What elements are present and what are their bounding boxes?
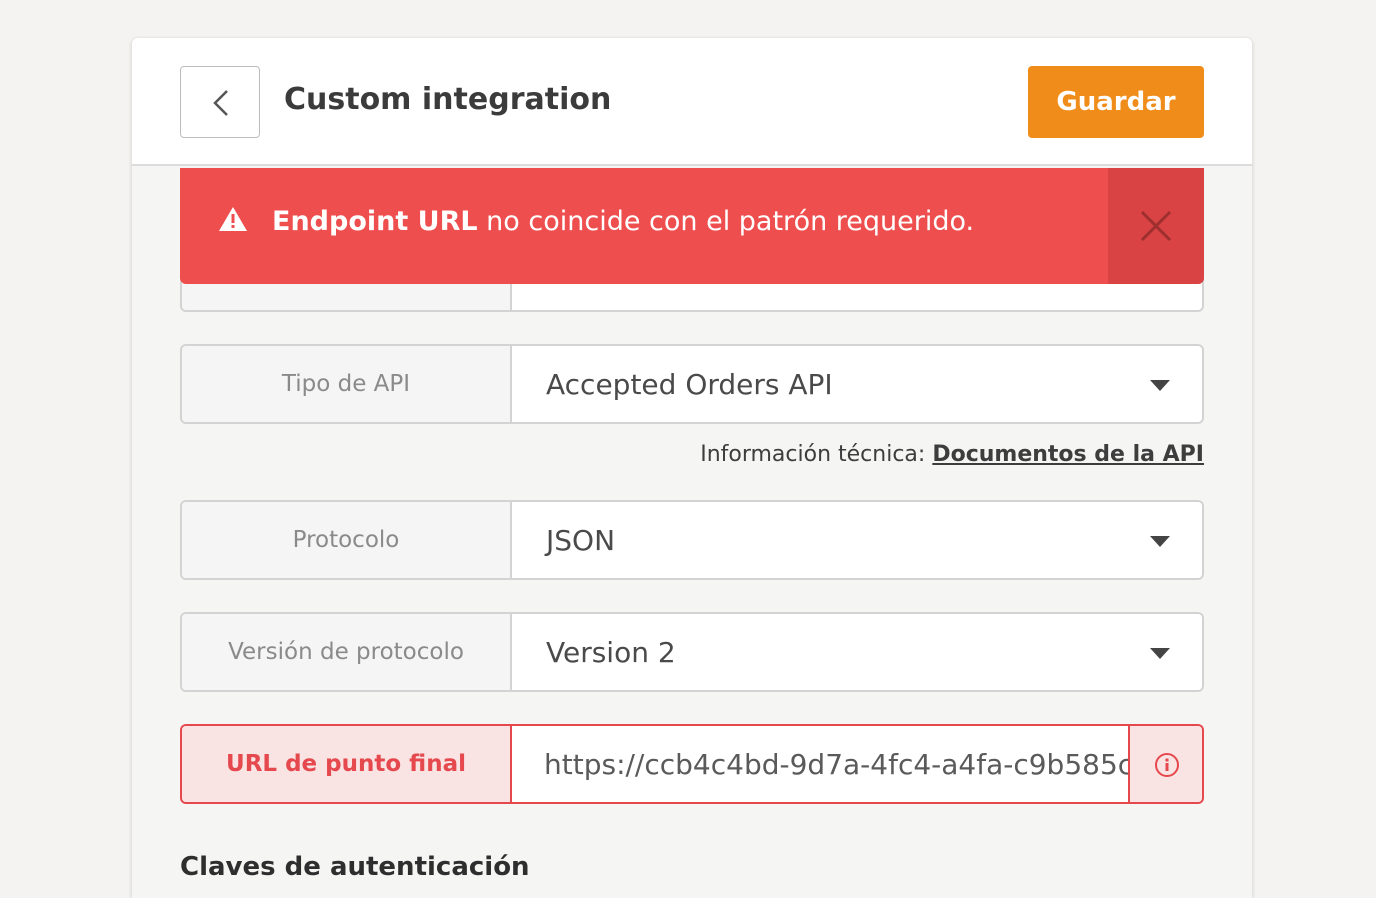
save-button[interactable]: Guardar: [1028, 66, 1204, 138]
alert-message: Endpoint URL no coincide con el patrón r…: [272, 206, 974, 237]
protocol-version-value[interactable]: Version 2: [546, 614, 676, 690]
protocol-select[interactable]: Protocolo JSON: [180, 500, 1204, 580]
endpoint-url-error-indicator[interactable]: [1128, 726, 1202, 802]
auth-keys-heading: Claves de autenticación: [180, 852, 530, 882]
page-title: Custom integration: [284, 82, 612, 117]
alert-message-text: no coincide con el patrón requerido.: [477, 206, 975, 237]
api-type-label: Tipo de API: [182, 346, 512, 422]
panel-header: Custom integration Guardar: [132, 38, 1252, 166]
alert-field-name: Endpoint URL: [272, 206, 478, 237]
chevron-down-icon[interactable]: [1150, 536, 1170, 548]
close-icon: [1140, 210, 1172, 242]
protocol-version-select[interactable]: Versión de protocolo Version 2: [180, 612, 1204, 692]
api-type-select[interactable]: Tipo de API Accepted Orders API: [180, 344, 1204, 424]
warning-icon: [219, 207, 247, 231]
protocol-value[interactable]: JSON: [546, 502, 615, 578]
endpoint-url-field: URL de punto final: [180, 724, 1204, 804]
tech-info: Información técnica: Documentos de la AP…: [700, 442, 1204, 467]
api-docs-link[interactable]: Documentos de la API: [932, 442, 1204, 467]
endpoint-url-label: URL de punto final: [182, 726, 512, 802]
tech-info-label: Información técnica:: [700, 442, 933, 467]
protocol-label: Protocolo: [182, 502, 512, 578]
chevron-down-icon[interactable]: [1150, 648, 1170, 660]
chevron-down-icon[interactable]: [1150, 380, 1170, 392]
endpoint-url-input[interactable]: [512, 726, 1128, 802]
back-button[interactable]: [180, 66, 260, 138]
error-alert: Endpoint URL no coincide con el patrón r…: [180, 168, 1204, 284]
api-type-value[interactable]: Accepted Orders API: [546, 346, 833, 422]
alert-close-button[interactable]: [1108, 168, 1204, 284]
info-icon: [1155, 753, 1179, 777]
chevron-left-icon: [213, 90, 228, 116]
integration-panel: Custom integration Guardar Endpoint URL …: [132, 38, 1252, 898]
protocol-version-label: Versión de protocolo: [182, 614, 512, 690]
